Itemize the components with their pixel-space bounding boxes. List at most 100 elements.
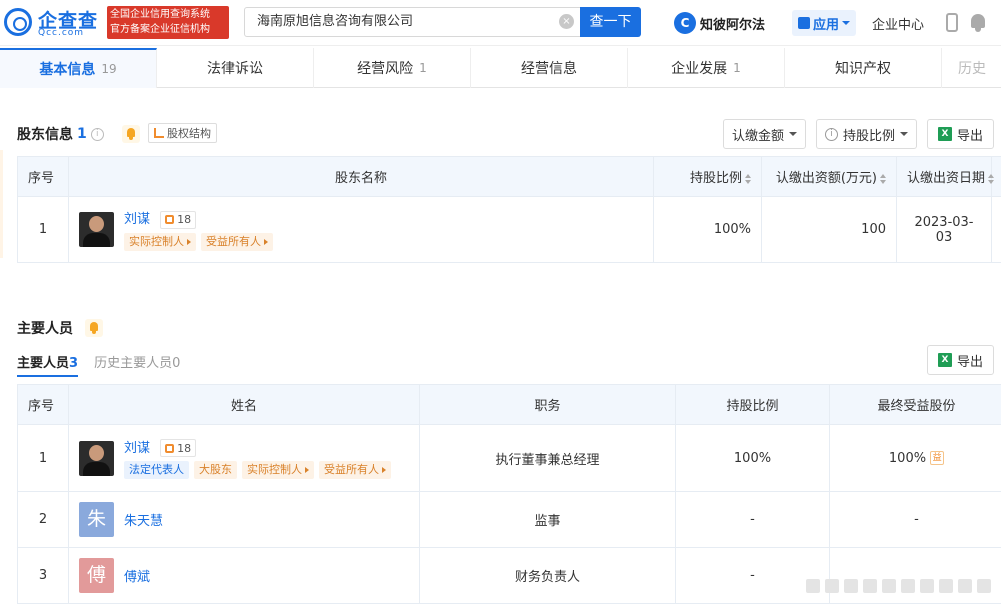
sort-icon [745,173,751,184]
search-clear-icon[interactable]: × [559,14,574,29]
col-amount[interactable]: 认缴出资额(万元) [761,156,897,197]
person-name-link[interactable]: 朱天慧 [124,510,163,529]
amount-filter-button[interactable]: 认缴金额 [723,119,806,149]
cell-ratio: - [675,491,830,548]
col-label: 持股比例 [689,171,742,186]
zbfs-icon: C [674,12,696,34]
avatar[interactable]: 朱 [79,502,114,537]
shareholders-title: 股东信息 1 i [17,124,140,144]
left-accent-bar [0,150,3,258]
logo-sub: Qcc.com [38,28,85,38]
qcc-logo[interactable]: 企查查 Qcc.com [4,6,104,40]
tab-operation-info[interactable]: 经营信息 [471,48,628,88]
cell-no: 1 [17,196,69,263]
tab-basic-info[interactable]: 基本信息 19 [0,48,157,88]
tag-actual-controller[interactable]: 实际控制人 [124,232,196,251]
col-benefit: 最终受益股份 [829,384,1001,425]
col-label: 认缴出资日期 [907,171,986,186]
tab-label: 历史 [958,61,986,77]
monitor-bell-icon[interactable] [85,319,103,337]
tab-label: 企业发展 [671,61,728,77]
zbfs-link[interactable]: C 知彼阿尔法 [674,10,765,36]
related-count: 18 [177,213,192,227]
zbfs-label: 知彼阿尔法 [700,17,766,33]
search-input[interactable]: 海南原旭信息咨询有限公司 [244,7,581,37]
tab-operation-risk[interactable]: 经营风险 1 [314,48,471,88]
equity-icon [154,128,164,138]
triangle-right-icon [264,238,268,245]
person-name-link[interactable]: 傅斌 [124,566,150,585]
ratio-filter-button[interactable]: i 持股比例 [816,119,917,149]
col-ratio[interactable]: 持股比例 [653,156,762,197]
tag-label: 受益所有人 [206,234,261,248]
sort-icon [880,173,886,184]
monitor-bell-icon[interactable] [121,125,140,143]
badge-line-1: 全国企业信用查询系统 [110,9,210,20]
tab-history[interactable]: 历史 [942,48,1001,88]
logo-icon [4,8,32,36]
app-grid-icon [797,17,810,29]
section-title-text: 股东信息 [17,127,73,143]
tab-ip[interactable]: 知识产权 [785,48,942,88]
avatar[interactable] [79,440,114,476]
link-icon [165,215,175,225]
tag-beneficial-owner[interactable]: 受益所有人 [319,461,391,480]
tag-major-shareholder[interactable]: 大股东 [194,461,237,480]
tag-beneficial-owner[interactable]: 受益所有人 [201,232,273,251]
cell-date: 2023-03-03 [896,196,992,263]
top-header: 企查查 Qcc.com 全国企业信用查询系统 官方备案企业征信机构 海南原旭信息… [0,0,1001,46]
subtab-label: 主要人员 [17,356,70,371]
enterprise-center-link[interactable]: 企业中心 [872,14,924,33]
info-icon[interactable]: i [90,127,104,141]
cell-person: 傅 傅斌 [68,547,420,604]
phone-icon[interactable] [946,13,958,32]
cell-role: 财务负责人 [419,547,676,604]
bell-icon[interactable] [970,14,986,32]
person-info: 刘谋 18 法定代表人 大股东 实际控制人 受益所有人 [124,437,391,480]
avatar[interactable]: 傅 [79,558,114,593]
equity-structure-button[interactable]: 股权结构 [148,123,217,143]
tag-legal-rep[interactable]: 法定代表人 [124,461,189,480]
export-button[interactable]: X 导出 [927,119,994,149]
equity-label: 股权结构 [167,127,211,140]
button-label: 认缴金额 [731,128,784,144]
credit-badge: 全国企业信用查询系统 官方备案企业征信机构 [107,6,229,39]
main-tabs: 基本信息 19 法律诉讼 经营风险 1 经营信息 企业发展 1 知识产权 历史 [0,48,1001,88]
app-label: 应用 [812,17,839,33]
personnel-export-button[interactable]: X 导出 [927,345,994,375]
section-title-text: 主要人员 [17,321,73,337]
person-block: 傅 傅斌 [79,558,409,593]
related-count-badge[interactable]: 18 [160,210,197,229]
tag-label: 实际控制人 [129,234,184,248]
benefit-chain-icon[interactable]: 益 [930,451,945,465]
table-row: 2 朱 朱天慧 监事 - - [17,491,1001,548]
person-name-link[interactable]: 刘谋 [124,212,150,227]
cell-no: 1 [17,424,69,492]
excel-icon: X [937,127,952,141]
tag-label: 受益所有人 [324,463,379,477]
app-menu-button[interactable]: 应用 [792,10,856,36]
tag-list: 实际控制人 受益所有人 [124,232,273,251]
avatar[interactable] [79,212,114,247]
shareholders-table: 序号 股东名称 持股比例 认缴出资额(万元) 认缴出资日期 1 刘谋 18 实际… [17,156,1001,263]
related-count-badge[interactable]: 18 [160,439,197,458]
person-name-link[interactable]: 刘谋 [124,441,150,456]
related-count: 18 [177,441,192,455]
cell-benefit: 100% 益 [829,424,1001,492]
subtab-history-personnel[interactable]: 历史主要人员0 [94,352,180,377]
table-header-row: 序号 股东名称 持股比例 认缴出资额(万元) 认缴出资日期 [17,156,1001,197]
subtab-current-personnel[interactable]: 主要人员3 [17,352,79,377]
tab-label: 知识产权 [835,61,891,77]
cell-role: 执行董事兼总经理 [419,424,676,492]
search-button[interactable]: 查一下 [580,7,641,37]
col-no: 序号 [17,384,69,425]
tab-development[interactable]: 企业发展 1 [628,48,785,88]
subtab-count: 0 [172,356,181,371]
col-date[interactable]: 认缴出资日期 [896,156,995,197]
person-block: 朱 朱天慧 [79,502,409,537]
tag-actual-controller[interactable]: 实际控制人 [242,461,314,480]
col-no: 序号 [17,156,69,197]
col-ratio: 持股比例 [675,384,830,425]
tab-legal[interactable]: 法律诉讼 [157,48,314,88]
cell-ratio: 100% [653,196,762,263]
